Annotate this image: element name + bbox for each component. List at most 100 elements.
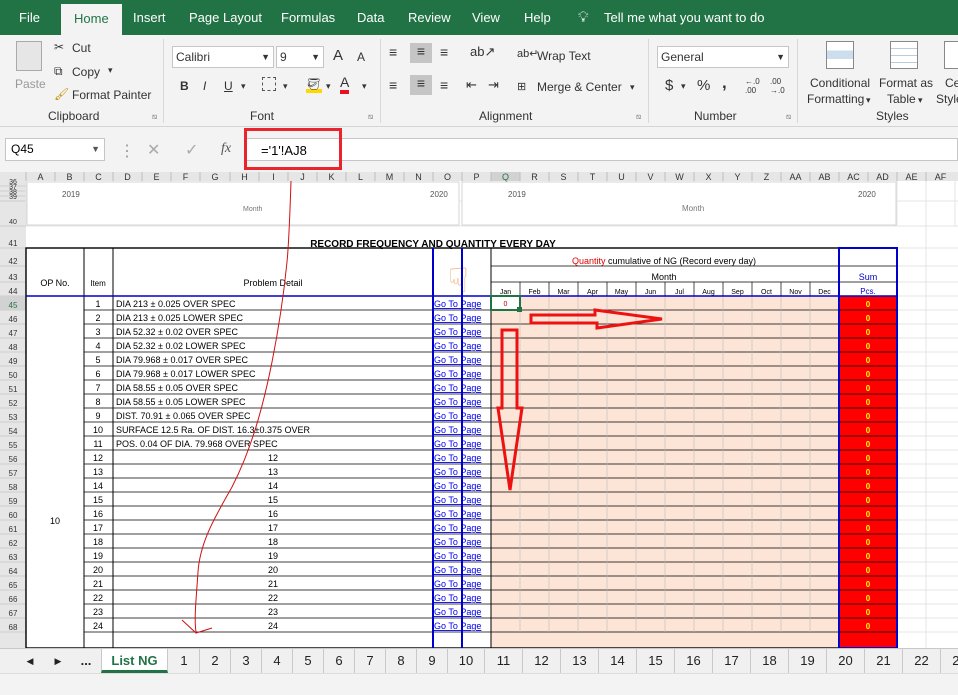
comma-button[interactable]: , — [722, 73, 727, 93]
format-painter-button[interactable]: Format Painter — [72, 88, 151, 102]
column-header-N[interactable]: N — [415, 172, 422, 182]
borders-icon[interactable] — [262, 77, 276, 91]
column-header-AA[interactable]: AA — [789, 172, 801, 182]
align-left-icon[interactable]: ≡ — [389, 77, 397, 93]
tab-sheet-11[interactable]: 11 — [485, 649, 523, 673]
go-to-page-link[interactable]: Go To Page — [434, 341, 481, 351]
format-painter-icon[interactable]: 🖌︎ — [54, 87, 69, 101]
number-format-select[interactable]: General ▼ — [657, 46, 789, 68]
go-to-page-link[interactable]: Go To Page — [434, 355, 481, 365]
copy-icon[interactable]: ⧉ — [54, 64, 63, 79]
column-header-U[interactable]: U — [618, 172, 625, 182]
cell-styles-label-2[interactable]: Style — [936, 92, 958, 106]
cut-icon[interactable]: ✂ — [54, 40, 64, 54]
tab-sheet-6[interactable]: 6 — [324, 649, 355, 673]
more-sheets-button[interactable]: ... — [72, 649, 100, 673]
go-to-page-link[interactable]: Go To Page — [434, 607, 481, 617]
conditional-formatting-label-1[interactable]: Conditional — [810, 76, 870, 90]
tab-sheet-8[interactable]: 8 — [386, 649, 417, 673]
conditional-formatting-icon[interactable] — [826, 41, 854, 69]
merge-center-icon[interactable]: ⊞ — [517, 80, 526, 93]
go-to-page-link[interactable]: Go To Page — [434, 593, 481, 603]
row-header-62[interactable]: 62 — [9, 539, 18, 548]
row-header-50[interactable]: 50 — [9, 371, 18, 380]
row-header-58[interactable]: 58 — [9, 483, 18, 492]
column-header-Y[interactable]: Y — [734, 172, 740, 182]
scroll-right-icon[interactable]: ▶ — [50, 649, 66, 673]
tab-sheet-2[interactable]: 2 — [200, 649, 231, 673]
go-to-page-link[interactable]: Go To Page — [434, 397, 481, 407]
alignment-launcher-icon[interactable]: ⧅ — [636, 112, 641, 122]
worksheet-grid[interactable]: A B C D E F G H I J K L M N O P Q R S T U V W X Y Z AA AB AC AD AE AF 36… — [0, 172, 958, 648]
row-header-54[interactable]: 54 — [9, 427, 18, 436]
row-header-49[interactable]: 49 — [9, 357, 18, 366]
column-header-S[interactable]: S — [560, 172, 566, 182]
scroll-left-icon[interactable]: ◀ — [22, 649, 38, 673]
column-header-P[interactable]: P — [473, 172, 479, 182]
row-header-39[interactable]: 39 — [9, 194, 17, 201]
row-header-63[interactable]: 63 — [9, 553, 18, 562]
copy-button[interactable]: Copy — [72, 65, 100, 79]
row-header-53[interactable]: 53 — [9, 413, 18, 422]
merge-dropdown-icon[interactable]: ▾ — [630, 82, 635, 93]
format-as-table-label-1[interactable]: Format as — [879, 76, 933, 90]
tab-sheet-13[interactable]: 13 — [561, 649, 599, 673]
row-header-59[interactable]: 59 — [9, 497, 18, 506]
cell-styles-label-1[interactable]: Ce — [945, 76, 958, 90]
menu-data[interactable]: Data — [357, 0, 384, 35]
top-align-icon[interactable]: ≡ — [389, 44, 399, 60]
column-header-A[interactable]: A — [37, 172, 43, 182]
number-launcher-icon[interactable]: ⧅ — [786, 112, 791, 122]
go-to-page-link[interactable]: Go To Page — [434, 509, 481, 519]
copy-dropdown-icon[interactable]: ▾ — [108, 65, 113, 76]
enter-icon[interactable]: ✓ — [185, 140, 198, 160]
grow-font-button[interactable]: A — [333, 47, 343, 64]
go-to-page-link[interactable]: Go To Page — [434, 621, 481, 631]
go-to-page-link[interactable]: Go To Page — [434, 467, 481, 477]
tab-sheet-20[interactable]: 20 — [827, 649, 865, 673]
row-header-52[interactable]: 52 — [9, 399, 18, 408]
cut-button[interactable]: Cut — [72, 41, 91, 55]
borders-dropdown-icon[interactable]: ▾ — [283, 81, 288, 92]
column-header-AE[interactable]: AE — [905, 172, 917, 182]
tab-list-ng[interactable]: List NG — [101, 649, 168, 673]
align-right-icon[interactable]: ≡ — [440, 77, 448, 93]
wrap-text-button[interactable]: Wrap Text — [537, 49, 591, 63]
column-header-AB[interactable]: AB — [818, 172, 830, 182]
row-header-43[interactable]: 43 — [9, 273, 18, 282]
column-header-E[interactable]: E — [153, 172, 159, 182]
currency-dropdown-icon[interactable]: ▾ — [681, 81, 686, 92]
tab-sheet-16[interactable]: 16 — [675, 649, 713, 673]
go-to-page-link[interactable]: Go To Page — [434, 299, 481, 309]
conditional-dropdown-icon[interactable]: ▾ — [866, 95, 871, 106]
tab-sheet-21[interactable]: 21 — [865, 649, 903, 673]
go-to-page-link[interactable]: Go To Page — [434, 537, 481, 547]
column-header-AD[interactable]: AD — [876, 172, 889, 182]
menu-review[interactable]: Review — [408, 0, 451, 35]
go-to-page-link[interactable]: Go To Page — [434, 565, 481, 575]
currency-button[interactable]: $ — [665, 77, 673, 94]
percent-button[interactable]: % — [697, 77, 710, 94]
column-header-F[interactable]: F — [183, 172, 189, 182]
go-to-page-link[interactable]: Go To Page — [434, 439, 481, 449]
column-header-D[interactable]: D — [124, 172, 131, 182]
row-header-60[interactable]: 60 — [9, 511, 18, 520]
fill-color-icon[interactable]: 🪣︎ — [306, 77, 322, 93]
row-header-48[interactable]: 48 — [9, 343, 18, 352]
tab-sheet-14[interactable]: 14 — [599, 649, 637, 673]
row-header-67[interactable]: 67 — [9, 609, 18, 618]
column-header-B[interactable]: B — [66, 172, 72, 182]
tab-sheet-1[interactable]: 1 — [169, 649, 200, 673]
middle-align-icon[interactable]: ≡ — [410, 43, 432, 63]
go-to-page-link[interactable]: Go To Page — [434, 313, 481, 323]
bold-button[interactable]: B — [180, 79, 189, 93]
go-to-page-link[interactable]: Go To Page — [434, 481, 481, 491]
tab-sheet-12[interactable]: 12 — [523, 649, 561, 673]
format-table-dropdown-icon[interactable]: ▾ — [918, 95, 923, 106]
formula-input[interactable] — [246, 138, 958, 161]
increase-decimal-button[interactable]: ←.0 .00 — [745, 77, 767, 95]
tab-sheet-15[interactable]: 15 — [637, 649, 675, 673]
font-name-select[interactable]: Calibri ▼ — [172, 46, 274, 68]
menu-formulas[interactable]: Formulas — [281, 0, 335, 35]
sheet-canvas[interactable]: A B C D E F G H I J K L M N O P Q R S T U V W X Y Z AA AB AC AD AE AF36… — [0, 172, 958, 648]
